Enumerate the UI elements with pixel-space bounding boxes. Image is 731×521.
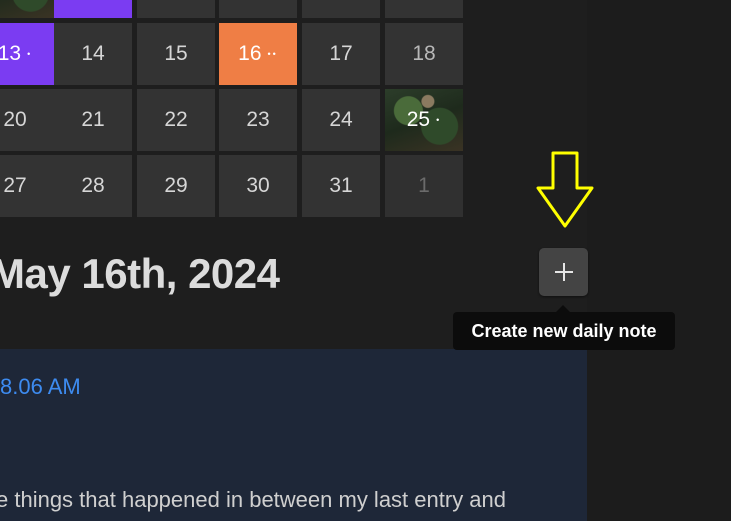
entry-text: e things that happened in between my las… [0, 487, 507, 512]
calendar-day-cell[interactable] [137, 0, 215, 18]
calendar-day-cell[interactable]: 28 [54, 155, 132, 217]
entry-time[interactable]: 8.06 AM [0, 374, 81, 400]
day-number: 17 [329, 42, 353, 65]
calendar-day-cell[interactable]: 18 [385, 23, 463, 85]
note-indicator-dots: • [27, 49, 33, 59]
day-number: 31 [329, 174, 353, 197]
day-number: 1 [418, 174, 430, 197]
day-number: 13 [0, 42, 22, 65]
calendar-day-cell[interactable]: 31 [302, 155, 380, 217]
day-number: 30 [246, 174, 270, 197]
calendar-day-cell[interactable]: 16 •• [219, 23, 297, 85]
calendar-day-cell[interactable]: 13 • [0, 23, 54, 85]
day-number: 23 [246, 108, 270, 131]
create-daily-note-button[interactable] [539, 248, 588, 296]
note-indicator-dots: • [436, 115, 442, 125]
day-number: 20 [3, 108, 27, 131]
calendar-day-cell[interactable]: 22 [137, 89, 215, 151]
main-pane: 13 • 14 15 16 •• 17 18 20 21 22 23 24 25 • 27 28 29 30 31 1 … [0, 0, 587, 521]
calendar-day-cell[interactable] [219, 0, 297, 18]
page-title: May 16th, 2024 [0, 250, 280, 297]
calendar-day-cell[interactable]: 20 [0, 89, 54, 151]
day-number: 22 [164, 108, 188, 131]
tooltip: Create new daily note [453, 312, 675, 350]
calendar-day-cell[interactable]: 14 [54, 23, 132, 85]
calendar-day-cell[interactable] [385, 0, 463, 18]
day-number: 29 [164, 174, 188, 197]
tooltip-arrow [556, 305, 570, 312]
calendar-day-cell[interactable]: 25 • [385, 89, 463, 151]
day-number: 16 [238, 42, 262, 65]
arrow-down-icon [536, 151, 594, 228]
calendar-day-cell[interactable]: 1 [385, 155, 463, 217]
calendar-day-cell[interactable]: 17 [302, 23, 380, 85]
day-number: 18 [412, 42, 436, 65]
calendar-day-cell[interactable] [54, 0, 132, 18]
calendar-day-cell[interactable]: 24 [302, 89, 380, 151]
day-number: 24 [329, 108, 353, 131]
day-number: 28 [81, 174, 105, 197]
day-number: 15 [164, 42, 188, 65]
calendar-day-cell[interactable]: 15 [137, 23, 215, 85]
calendar-day-cell[interactable]: 21 [54, 89, 132, 151]
day-number: 21 [81, 108, 105, 131]
day-number: 27 [3, 174, 27, 197]
calendar-day-cell[interactable]: 29 [137, 155, 215, 217]
calendar-day-cell[interactable] [302, 0, 380, 18]
day-number: 25 [406, 108, 431, 131]
calendar-day-cell[interactable] [0, 0, 54, 18]
right-pane [587, 0, 731, 521]
day-number: 14 [81, 42, 105, 65]
plus-icon [554, 263, 573, 281]
note-indicator-dots: •• [267, 49, 278, 59]
calendar-day-cell[interactable]: 27 [0, 155, 54, 217]
calendar-day-cell[interactable]: 23 [219, 89, 297, 151]
calendar-day-cell[interactable]: 30 [219, 155, 297, 217]
